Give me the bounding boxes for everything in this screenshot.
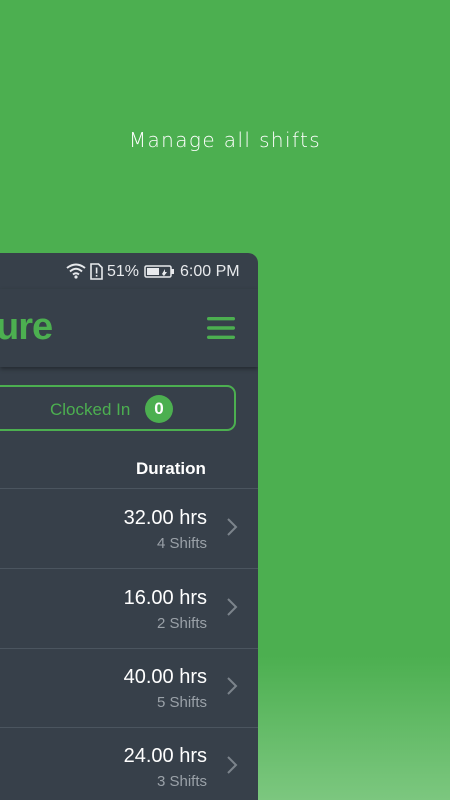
row-hours: 24.00 hrs (123, 745, 207, 767)
phone-screen: 51% 6:00 PM ure Clocked In 0 Duration 32… (0, 253, 258, 800)
duration-column-header: Duration (136, 459, 206, 478)
row-hours: 16.00 hrs (123, 587, 207, 609)
hamburger-menu-icon[interactable] (206, 316, 236, 345)
chevron-right-icon (226, 597, 238, 622)
shift-row[interactable]: 32.00 hrs 4 Shifts (0, 489, 258, 569)
chevron-right-icon (226, 676, 238, 701)
sim-alert-icon (90, 263, 103, 285)
chevron-right-icon (226, 755, 238, 780)
status-time: 6:00 PM (180, 263, 240, 280)
promo-headline: Manage all shifts (128, 128, 322, 152)
shift-row[interactable]: 40.00 hrs 5 Shifts (0, 648, 258, 728)
shift-row[interactable]: 16.00 hrs 2 Shifts (0, 569, 258, 649)
wifi-icon (66, 263, 86, 284)
status-bar: 51% 6:00 PM (0, 253, 258, 289)
row-shift-count: 3 Shifts (156, 773, 207, 790)
app-header: ure (0, 289, 258, 367)
clocked-in-button[interactable]: Clocked In 0 (0, 385, 236, 431)
clocked-in-count-badge: 0 (145, 395, 173, 423)
row-hours: 32.00 hrs (123, 507, 207, 529)
row-shift-count: 5 Shifts (156, 694, 207, 711)
row-shift-count: 2 Shifts (156, 615, 207, 632)
battery-percent: 51% (107, 263, 140, 280)
app-logo: ure (0, 306, 53, 348)
shift-row[interactable]: 24.00 hrs 3 Shifts (0, 727, 258, 800)
clocked-in-label: Clocked In (50, 400, 131, 419)
row-shift-count: 4 Shifts (156, 535, 207, 552)
chevron-right-icon (226, 517, 238, 542)
battery-icon (144, 265, 175, 283)
row-hours: 40.00 hrs (123, 666, 207, 688)
